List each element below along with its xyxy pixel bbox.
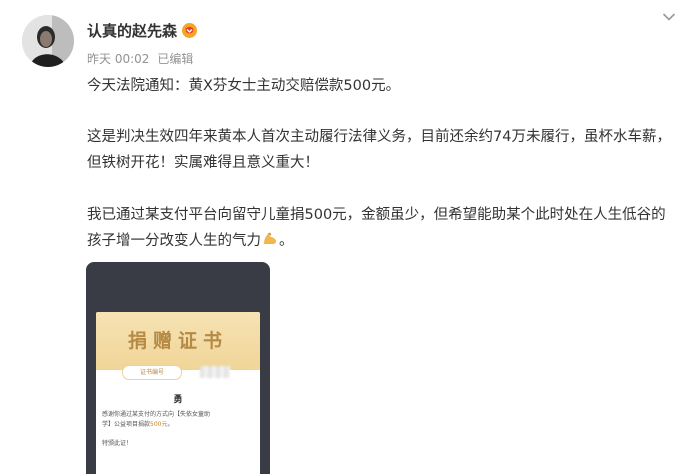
post-paragraph-2: 这是判决生效四年来黄本人首次主动履行法律义务，目前还余约74万未履行，虽杯水车薪… (87, 129, 671, 171)
certificate-body-line-1: 感谢你通过某支付的方式向【失依女童助 (102, 411, 211, 418)
post-paragraph-3-text: 我已通过某支付平台向留守儿童捐500元，金额虽少，但希望能助某个此时处在人生低谷… (87, 207, 666, 249)
post-paragraph-3: 我已通过某支付平台向留守儿童捐500元，金额虽少，但希望能助某个此时处在人生低谷… (87, 202, 677, 254)
verified-badge-icon (181, 22, 198, 39)
certificate-body-line-2: 学】公益项目捐款500元。 (102, 421, 174, 428)
flexed-biceps-icon (261, 230, 279, 248)
certificate-serial-label: 证书编号 (122, 365, 182, 380)
post-paragraph-1: 今天法院通知：黄X芬女士主动交赔偿款500元。 (87, 78, 401, 94)
avatar[interactable] (22, 15, 74, 67)
edited-label[interactable]: 已编辑 (157, 50, 193, 67)
certificate-recipient: 勇 (173, 395, 183, 405)
chevron-down-icon[interactable] (662, 12, 676, 22)
certificate-thanks: 特颁此证！ (102, 440, 133, 447)
post-paragraph-3-end: 。 (279, 233, 294, 249)
certificate-title: 捐赠证书 (127, 330, 228, 352)
post-meta: 昨天 00:02 已编辑 (87, 50, 193, 67)
certificate-serial-blurred (200, 366, 230, 378)
post-time[interactable]: 昨天 00:02 (87, 50, 149, 67)
author-name[interactable]: 认真的赵先森 (87, 20, 198, 41)
avatar-image (22, 15, 74, 67)
certificate-amount: 500元 (150, 421, 168, 428)
donation-certificate: 捐赠证书 证书编号 勇 感谢你通过某支付的方式向【失依女童助 学】公益项目捐款5… (96, 312, 260, 474)
post-image[interactable]: 捐赠证书 证书编号 勇 感谢你通过某支付的方式向【失依女童助 学】公益项目捐款5… (86, 262, 270, 474)
author-name-text[interactable]: 认真的赵先森 (87, 20, 177, 41)
certificate-body: 感谢你通过某支付的方式向【失依女童助 学】公益项目捐款500元。 (102, 410, 254, 430)
